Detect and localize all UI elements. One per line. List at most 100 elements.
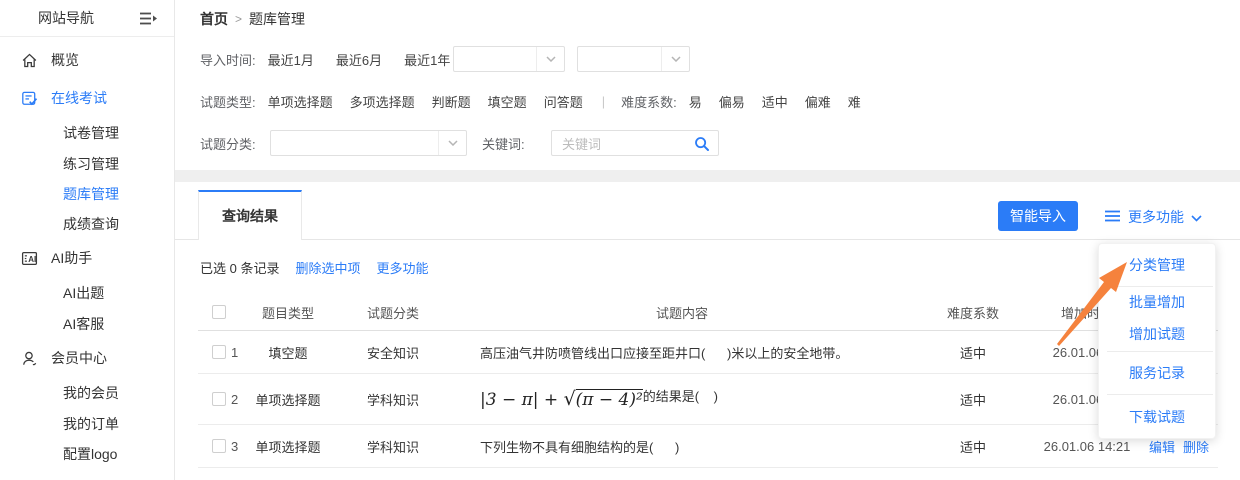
smart-import-button[interactable]: 智能导入 (998, 201, 1078, 231)
menu-item-add-question[interactable]: 增加试题 (1099, 317, 1215, 351)
filter-import-time-row: 导入时间: 最近1月 最近6月 最近1年 (200, 46, 472, 72)
col-header-category: 试题分类 (366, 305, 419, 321)
sidebar-item-score-query[interactable]: 成绩查询 (0, 209, 174, 239)
menu-item-download-questions[interactable]: 下载试题 (1099, 395, 1215, 438)
keyword-placeholder: 关键词 (562, 136, 602, 152)
home-icon (21, 52, 38, 69)
sidebar-item-logo-config[interactable]: 配置logo (0, 439, 174, 469)
filter-last-1-month[interactable]: 最近1月 (268, 50, 314, 69)
main-content: 首页 > 题库管理 导入时间: 最近1月 最近6月 最近1年 试题类型: 单项选… (175, 0, 1240, 480)
filter-difficulty-hard[interactable]: 难 (848, 92, 861, 111)
chevron-down-icon (1191, 209, 1202, 225)
sidebar-item-ai-assistant[interactable]: AI AI助手 (0, 239, 174, 277)
filter-last-6-months[interactable]: 最近6月 (336, 50, 382, 69)
search-icon[interactable] (694, 136, 710, 152)
ai-icon: AI (21, 250, 38, 267)
sidebar: 网站导航 概览 在线考试 试卷管理 练习管理 题库管理 成绩查询 AI AI助手… (0, 0, 175, 480)
chevron-down-icon (438, 131, 466, 155)
cell-difficulty: 适中 (959, 345, 986, 361)
section-divider-band (175, 170, 1240, 182)
sidebar-item-label: 在线考试 (51, 90, 107, 106)
filter-fill-blank[interactable]: 填空题 (488, 92, 527, 111)
category-select[interactable] (270, 130, 467, 156)
question-type-label: 试题类型: (200, 94, 256, 110)
breadcrumb-home[interactable]: 首页 (200, 9, 228, 29)
filter-difficulty-easy[interactable]: 易 (689, 92, 702, 111)
filter-difficulty-medium[interactable]: 适中 (762, 92, 788, 111)
filter-last-1-year[interactable]: 最近1年 (404, 50, 450, 69)
cell-type: 填空题 (268, 345, 308, 361)
sidebar-item-label: 会员中心 (51, 350, 107, 366)
cell-type: 单项选择题 (255, 439, 321, 455)
filter-true-false[interactable]: 判断题 (432, 92, 471, 111)
sidebar-title: 网站导航 (38, 10, 94, 26)
filter-category-row: 试题分类: (200, 130, 268, 156)
table-row-partial: 编辑删除 (198, 468, 1218, 480)
cell-category: 安全知识 (366, 345, 419, 361)
edit-link[interactable]: 编辑 (1149, 437, 1175, 456)
more-features-dropdown-trigger[interactable]: 更多功能 (1105, 204, 1202, 230)
sidebar-header: 网站导航 (0, 0, 174, 37)
tab-query-results[interactable]: 查询结果 (198, 190, 302, 240)
col-header-difficulty: 难度系数 (946, 305, 999, 321)
row-checkbox[interactable] (212, 345, 226, 359)
selected-count: 已选 0 条记录 (200, 261, 280, 276)
filter-difficulty-harder[interactable]: 偏难 (805, 92, 831, 111)
category-label: 试题分类: (200, 136, 256, 152)
sidebar-item-ai-question[interactable]: AI出题 (0, 277, 174, 309)
member-icon (21, 350, 38, 367)
cell-difficulty: 适中 (959, 439, 986, 455)
cell-add-time: 26.01.06 14:21 (1043, 438, 1131, 454)
sidebar-item-my-orders[interactable]: 我的订单 (0, 409, 174, 439)
keyword-input[interactable]: 关键词 (551, 130, 719, 156)
sidebar-item-overview[interactable]: 概览 (0, 41, 174, 79)
select-all-checkbox[interactable] (212, 305, 226, 319)
sidebar-item-member-center[interactable]: 会员中心 (0, 339, 174, 377)
sidebar-item-question-bank-mgmt[interactable]: 题库管理 (0, 179, 174, 209)
keyword-label-wrap: 关键词: (482, 130, 537, 156)
menu-item-service-records[interactable]: 服务记录 (1099, 352, 1215, 394)
row-checkbox[interactable] (212, 392, 226, 406)
import-time-label: 导入时间: (200, 52, 256, 68)
filter-divider: | (601, 93, 606, 109)
cell-category: 学科知识 (366, 392, 419, 408)
sidebar-item-label: 概览 (51, 52, 79, 68)
list-icon (1105, 209, 1121, 225)
date-start-select[interactable] (453, 46, 565, 72)
menu-item-batch-add[interactable]: 批量增加 (1099, 287, 1215, 317)
col-header-type: 题目类型 (261, 305, 314, 321)
sidebar-item-practice-mgmt[interactable]: 练习管理 (0, 149, 174, 179)
cell-content: 高压油气井防喷管线出口应接至距井口( )米以上的安全地带。 (480, 345, 849, 361)
cell-content: |3 − π| + √(π − 4)² 的结果是( ) (480, 388, 718, 410)
more-features-menu: 分类管理 批量增加 增加试题 服务记录 下载试题 (1098, 243, 1216, 439)
delete-selected-link[interactable]: 删除选中项 (295, 258, 360, 277)
keyword-label: 关键词: (482, 136, 525, 152)
sidebar-item-my-membership[interactable]: 我的会员 (0, 377, 174, 409)
sidebar-item-online-exam[interactable]: 在线考试 (0, 79, 174, 117)
col-header-content: 试题内容 (655, 305, 708, 321)
sidebar-item-paper-mgmt[interactable]: 试卷管理 (0, 117, 174, 149)
sidebar-item-ai-service[interactable]: AI客服 (0, 309, 174, 339)
filter-qa[interactable]: 问答题 (544, 92, 583, 111)
difficulty-label: 难度系数: (621, 94, 677, 110)
table-row: 1 填空题 安全知识 高压油气井防喷管线出口应接至距井口( )米以上的安全地带。… (198, 331, 1218, 374)
toolbar-more-link[interactable]: 更多功能 (376, 258, 428, 277)
date-end-select[interactable] (577, 46, 690, 72)
sidebar-item-label: AI助手 (51, 250, 93, 266)
menu-item-category-mgmt[interactable]: 分类管理 (1099, 244, 1215, 286)
breadcrumb-current: 题库管理 (249, 11, 306, 27)
table-row: 3 单项选择题 学科知识 下列生物不具有细胞结构的是( ) 适中 26.01.0… (198, 425, 1218, 468)
row-checkbox[interactable] (212, 439, 226, 453)
tabbar-border (175, 239, 1240, 240)
breadcrumb-separator: > (235, 12, 243, 26)
table-toolbar: 已选 0 条记录 删除选中项 更多功能 (200, 258, 429, 277)
filter-difficulty-easier[interactable]: 偏易 (719, 92, 745, 111)
breadcrumb: 首页 > 题库管理 (200, 9, 305, 29)
sidebar-nav: 概览 在线考试 试卷管理 练习管理 题库管理 成绩查询 AI AI助手 AI出题… (0, 37, 174, 469)
question-bank-page: 网站导航 概览 在线考试 试卷管理 练习管理 题库管理 成绩查询 AI AI助手… (0, 0, 1240, 480)
filter-single-choice[interactable]: 单项选择题 (268, 92, 333, 111)
filter-multi-choice[interactable]: 多项选择题 (350, 92, 415, 111)
cell-content: 下列生物不具有细胞结构的是( ) (480, 439, 680, 455)
collapse-menu-icon[interactable] (139, 11, 158, 26)
delete-link[interactable]: 删除 (1183, 437, 1209, 456)
